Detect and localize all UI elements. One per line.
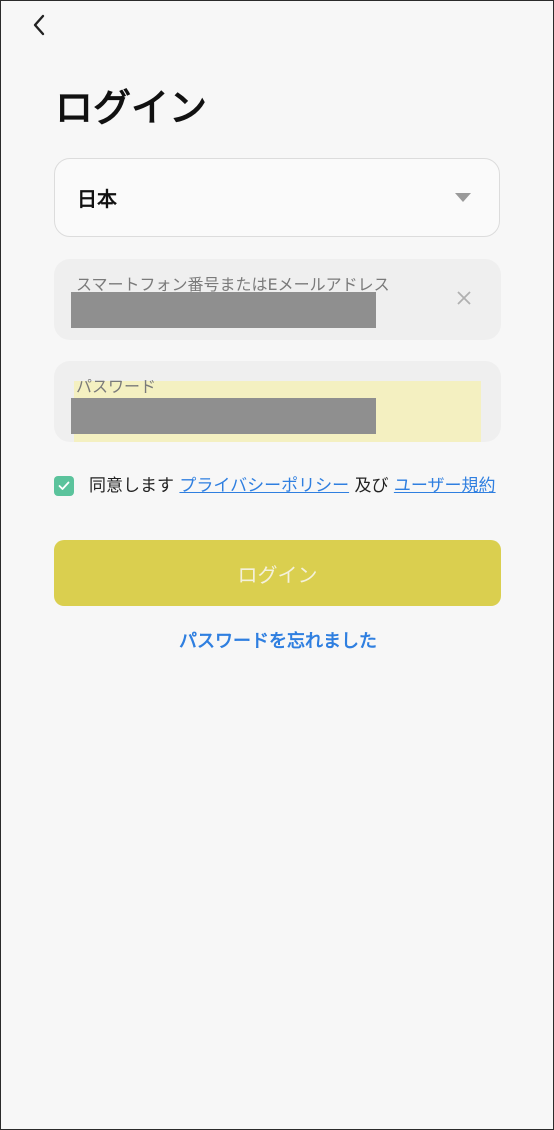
page-title: ログイン	[55, 86, 208, 130]
region-select[interactable]: 日本	[54, 158, 500, 237]
agreement-conjunction: 及び	[354, 476, 389, 496]
chevron-left-icon	[33, 14, 45, 36]
privacy-policy-link[interactable]: プライバシーポリシー	[179, 476, 349, 496]
password-input[interactable]: パスワード	[54, 361, 501, 442]
back-button[interactable]	[25, 11, 53, 39]
terms-link[interactable]: ユーザー規約	[394, 476, 496, 496]
close-icon	[457, 291, 471, 305]
region-value: 日本	[77, 187, 117, 211]
clear-button[interactable]	[455, 289, 473, 307]
redacted-account-value	[71, 292, 376, 328]
screen: ログイン 日本 スマートフォン番号またはEメールアドレス パスワード 同意します…	[0, 0, 554, 1130]
account-input[interactable]: スマートフォン番号またはEメールアドレス	[54, 259, 501, 340]
checkmark-icon	[58, 481, 70, 490]
agreement-checkbox[interactable]	[54, 476, 74, 496]
triangle-down-icon	[455, 193, 471, 202]
forgot-password-link[interactable]: パスワードを忘れました	[1, 627, 554, 653]
agreement-prefix: 同意します	[89, 476, 174, 496]
password-input-label: パスワード	[76, 377, 157, 396]
agreement-row: 同意します プライバシーポリシー 及び ユーザー規約	[54, 475, 500, 498]
login-button[interactable]: ログイン	[54, 540, 501, 606]
redacted-password-value	[71, 398, 376, 434]
agreement-text: 同意します プライバシーポリシー 及び ユーザー規約	[89, 475, 500, 498]
